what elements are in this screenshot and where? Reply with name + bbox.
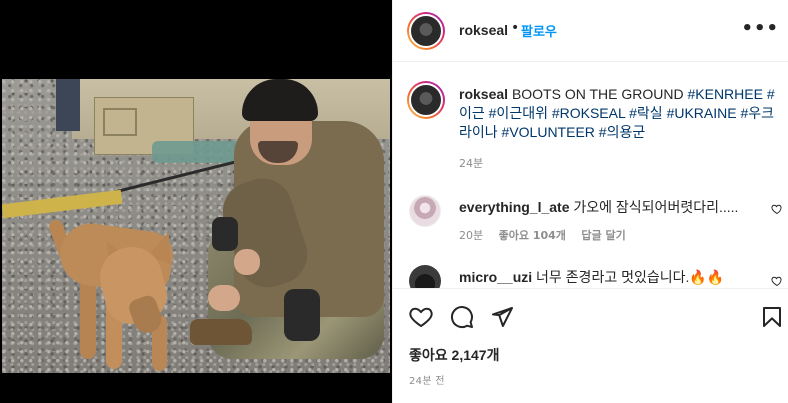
comment-icon[interactable] <box>450 305 474 329</box>
reply-button[interactable]: 답글 달기 <box>581 229 625 242</box>
commenter-username[interactable]: micro__uzi <box>459 269 532 285</box>
caption-avatar[interactable] <box>407 81 445 119</box>
post-photo[interactable] <box>2 79 390 373</box>
comment-like-heart-icon[interactable] <box>771 203 783 215</box>
author-avatar[interactable] <box>407 12 445 50</box>
commenter-avatar[interactable] <box>409 265 441 288</box>
more-options-icon[interactable]: ••• <box>741 18 779 39</box>
comment-meta: 20분 좋아요 104개 답글 달기 <box>459 227 638 243</box>
post-side-panel: rokseal • 팔로우 ••• rokseal BOOTS ON THE G… <box>392 0 788 403</box>
comment-text: 가오에 잠식되어버렷다리..... <box>573 199 739 215</box>
post-header: rokseal • 팔로우 ••• <box>393 0 788 62</box>
caption-username[interactable]: rokseal <box>459 86 508 102</box>
commenter-username[interactable]: everything_l_ate <box>459 199 570 215</box>
heart-icon[interactable] <box>409 305 433 329</box>
follow-button[interactable]: 팔로우 <box>521 21 557 40</box>
post-media <box>0 0 392 403</box>
comment-like-heart-icon[interactable] <box>771 275 783 287</box>
author-username[interactable]: rokseal <box>459 22 508 38</box>
action-bar <box>393 288 788 344</box>
comments-section: rokseal BOOTS ON THE GROUND #KENRHEE #이근… <box>393 63 788 288</box>
caption: rokseal BOOTS ON THE GROUND #KENRHEE #이근… <box>459 85 779 142</box>
commenter-avatar[interactable] <box>409 195 441 227</box>
caption-time: 24분 <box>459 157 484 170</box>
comment-text: 너무 존경라고 멋있습니다.🔥🔥 <box>536 269 725 285</box>
separator-dot: • <box>511 20 520 36</box>
bookmark-icon[interactable] <box>760 305 784 329</box>
likes-count[interactable]: 좋아요 2,147개 <box>409 345 499 365</box>
comment-likes[interactable]: 좋아요 104개 <box>499 229 566 242</box>
post-timestamp: 24분 전 <box>409 376 445 387</box>
comment-time: 20분 <box>459 229 484 242</box>
caption-text: BOOTS ON THE GROUND <box>511 86 684 102</box>
paper-plane-icon[interactable] <box>490 305 514 329</box>
